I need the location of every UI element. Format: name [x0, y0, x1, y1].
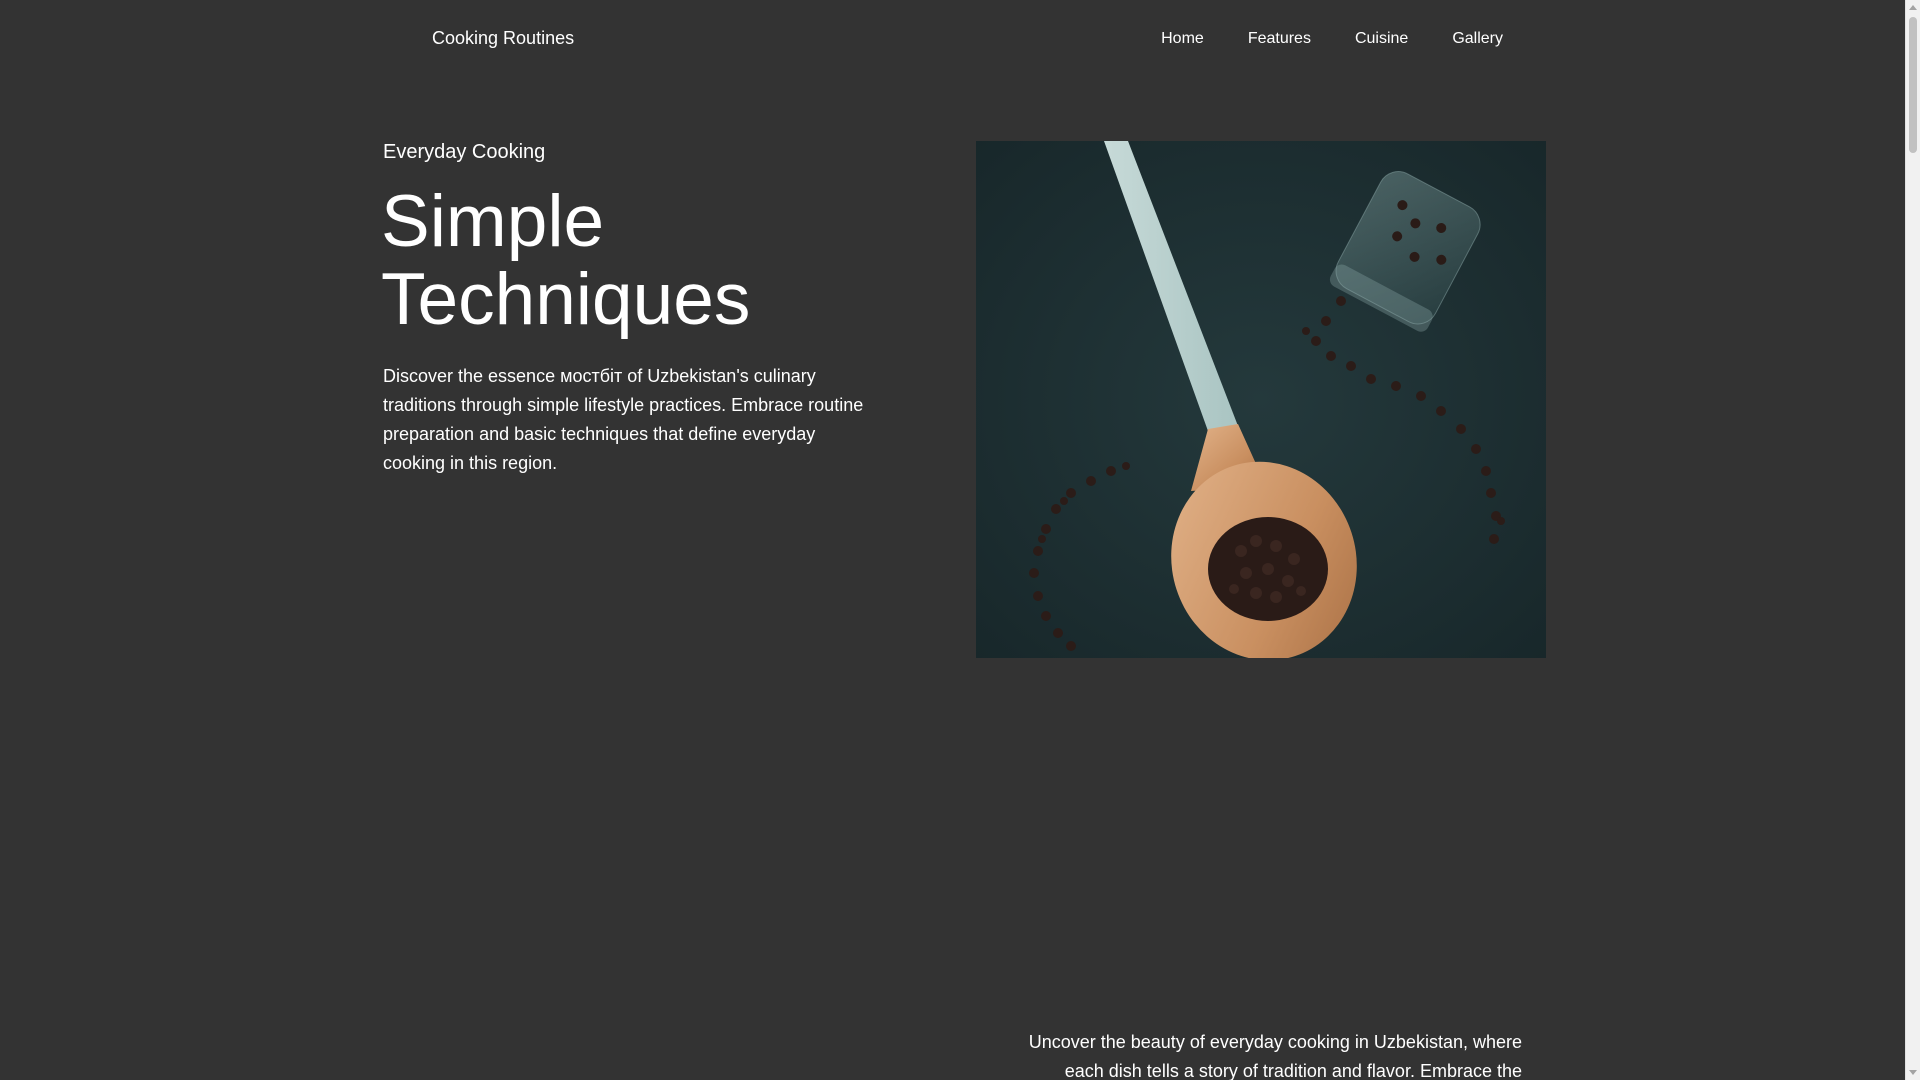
page: Cooking Routines Home Features Cuisine G… [0, 0, 1920, 1080]
nav-link-cuisine[interactable]: Cuisine [1355, 30, 1408, 48]
hero-title: Simple Techniques [381, 183, 901, 339]
hero-kicker: Everyday Cooking [383, 141, 546, 163]
hero-title-line-2: Techniques [381, 259, 751, 340]
main-nav: Home Features Cuisine Gallery [1117, 30, 1503, 48]
wooden-spoon-peppercorn-illustration [976, 141, 1546, 658]
nav-link-home[interactable]: Home [1161, 30, 1204, 48]
hero-description: Discover the essence мостбіт of Uzbekist… [383, 366, 864, 473]
hero-title-line-1: Simple [381, 181, 605, 262]
scrollbar-thumb[interactable] [1909, 17, 1917, 153]
scroll-down-arrow-icon[interactable] [1909, 1070, 1917, 1075]
page-scrollbar[interactable] [1905, 0, 1920, 1080]
nav-link-features[interactable]: Features [1248, 30, 1311, 48]
section2-description: Uncover the beauty of everyday cooking i… [1028, 1032, 1522, 1080]
hero-image [976, 141, 1546, 658]
site-header: Cooking Routines Home Features Cuisine G… [0, 0, 1905, 80]
brand-logo-link[interactable]: Cooking Routines [432, 28, 574, 49]
scroll-up-arrow-icon[interactable] [1909, 5, 1917, 10]
nav-link-gallery[interactable]: Gallery [1452, 30, 1503, 48]
